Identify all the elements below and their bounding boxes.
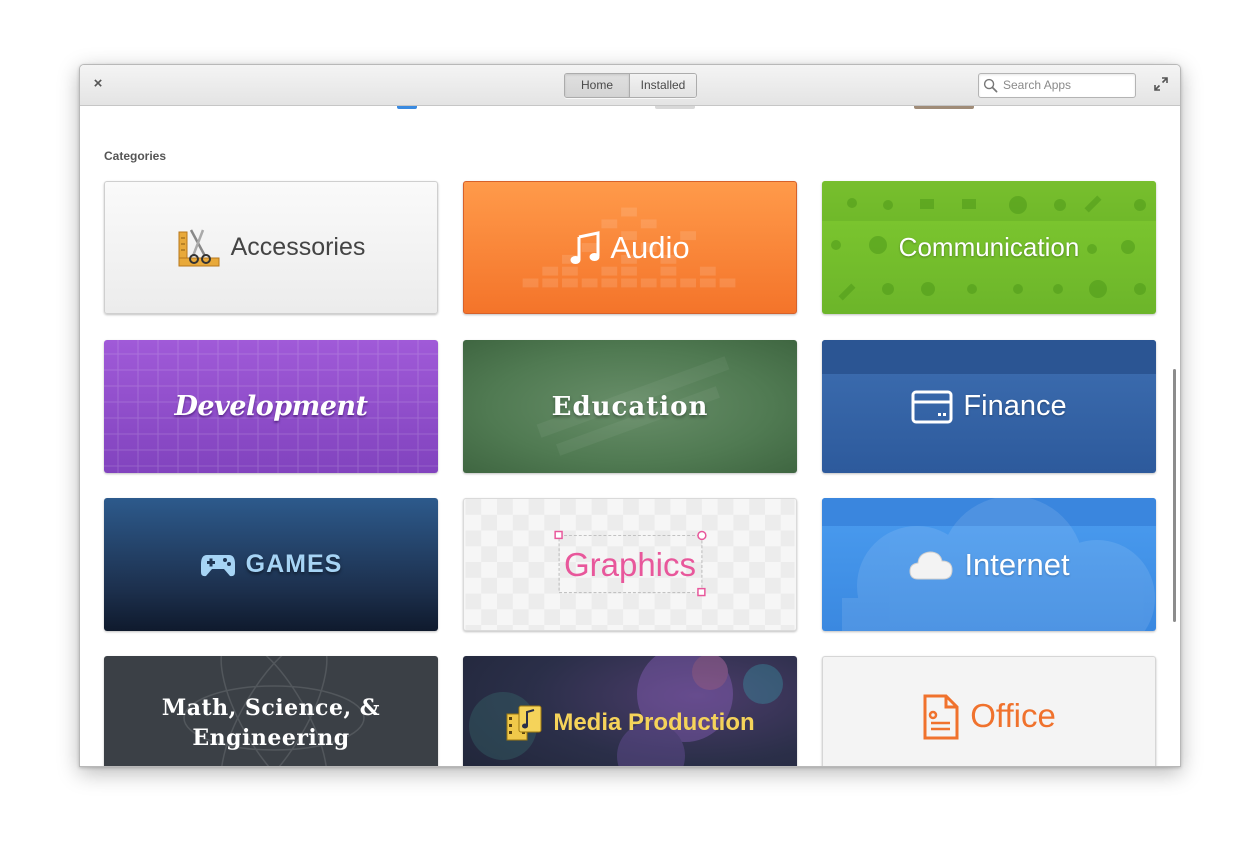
category-label: Media Production [553, 708, 755, 736]
search-icon [983, 78, 998, 93]
category-office[interactable]: Office [822, 656, 1156, 766]
category-label: Graphics [563, 545, 697, 583]
tab-home[interactable]: Home [565, 74, 630, 97]
gamepad-icon [200, 554, 235, 576]
section-title: Categories [104, 149, 167, 163]
category-internet[interactable]: Internet [822, 498, 1156, 631]
category-development[interactable]: Development [104, 340, 438, 473]
banner-peek [655, 106, 695, 109]
category-media-production[interactable]: Media Production [463, 656, 797, 766]
film-music-icon [506, 705, 542, 740]
fullscreen-icon[interactable] [1154, 77, 1168, 91]
category-accessories[interactable]: Accessories [104, 181, 438, 314]
category-label: Accessories [230, 233, 366, 261]
cloud-icon [909, 550, 953, 579]
scrollbar[interactable] [1173, 369, 1176, 622]
document-icon [923, 694, 959, 740]
banner-peek [914, 106, 974, 109]
category-games[interactable]: GAMES [104, 498, 438, 631]
close-button[interactable]: × [90, 76, 106, 92]
category-math-science-engineering[interactable]: Math, Science, & Engineering [104, 656, 438, 766]
category-audio[interactable]: Audio [463, 181, 797, 314]
category-graphics[interactable]: Graphics [463, 498, 797, 631]
category-label: Audio [610, 229, 690, 265]
category-label: Education [551, 391, 709, 422]
category-label: Finance [963, 390, 1067, 422]
search-input[interactable] [1003, 76, 1129, 94]
music-note-icon [570, 230, 600, 264]
search-field[interactable] [978, 73, 1136, 98]
category-communication[interactable]: Communication [822, 181, 1156, 314]
banner-peek [397, 106, 417, 109]
main-content: Categories Accessories Audio Communicati… [80, 106, 1180, 766]
accessories-icon [178, 228, 220, 266]
category-label: Math, Science, & Engineering [161, 694, 381, 751]
headerbar: × Home Installed [80, 65, 1180, 106]
category-label: Communication [898, 232, 1080, 262]
app-window: × Home Installed Categories [79, 64, 1181, 767]
credit-card-icon [911, 390, 953, 423]
category-label: Office [970, 697, 1056, 734]
category-finance[interactable]: Finance [822, 340, 1156, 473]
category-label: Internet [964, 546, 1070, 582]
category-label: GAMES [245, 550, 343, 578]
view-switcher: Home Installed [564, 73, 697, 98]
category-education[interactable]: Education [463, 340, 797, 473]
category-label: Development [174, 391, 368, 422]
tab-installed[interactable]: Installed [630, 74, 696, 97]
